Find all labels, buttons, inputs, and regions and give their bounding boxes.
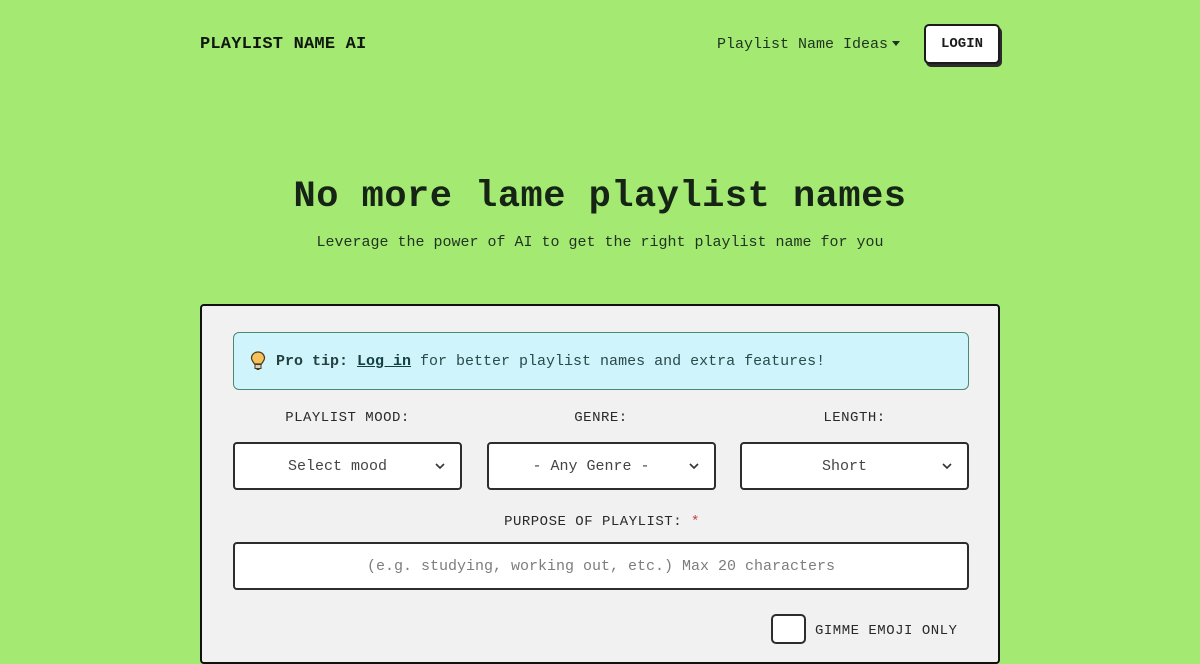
nav-right: Playlist Name Ideas LOGIN — [717, 24, 1000, 64]
purpose-label: PURPOSE OF PLAYLIST: * — [202, 514, 1002, 530]
top-nav: PLAYLIST NAME AI Playlist Name Ideas LOG… — [200, 24, 1000, 64]
required-mark: * — [691, 514, 700, 530]
pro-tip-label: Pro tip: — [276, 352, 349, 370]
chevron-down-icon — [435, 463, 445, 470]
mood-field: PLAYLIST MOOD: Select mood — [233, 410, 462, 490]
page-subtitle: Leverage the power of AI to get the righ… — [316, 234, 884, 251]
playlist-ideas-label: Playlist Name Ideas — [716, 35, 888, 53]
pro-tip-banner: Pro tip: Log in for better playlist name… — [233, 332, 969, 390]
page-title: No more lame playlist names — [293, 176, 907, 218]
genre-label: GENRE: — [574, 410, 628, 426]
chevron-down-icon — [942, 463, 952, 470]
length-field: LENGTH: Short — [740, 410, 969, 490]
chevron-down-icon — [688, 463, 699, 470]
generator-form: Pro tip: Log in for better playlist name… — [200, 304, 1000, 664]
genre-field: GENRE: - Any Genre - — [486, 410, 716, 490]
login-link[interactable]: Log in — [357, 353, 411, 370]
pro-tip-text: for better playlist names and extra feat… — [420, 352, 826, 370]
mood-label: PLAYLIST MOOD: — [285, 410, 410, 426]
length-value: Short — [821, 457, 867, 475]
brand-logo[interactable]: PLAYLIST NAME AI — [200, 35, 366, 54]
length-select[interactable]: Short — [740, 442, 969, 490]
select-row: PLAYLIST MOOD: Select mood GENRE: - Any … — [233, 410, 969, 490]
purpose-input[interactable] — [233, 542, 969, 590]
caret-down-icon — [892, 40, 900, 46]
login-button[interactable]: LOGIN — [924, 24, 1000, 64]
emoji-only-option: GIMME EMOJI ONLY — [771, 614, 957, 644]
playlist-ideas-dropdown[interactable]: Playlist Name Ideas — [717, 36, 900, 53]
emoji-only-label[interactable]: GIMME EMOJI ONLY — [815, 623, 957, 639]
mood-select[interactable]: Select mood — [233, 442, 462, 490]
genre-select[interactable]: - Any Genre - — [486, 442, 716, 490]
purpose-label-text: PURPOSE OF PLAYLIST: — [504, 514, 683, 530]
mood-value: Select mood — [287, 457, 388, 475]
length-label: LENGTH: — [823, 410, 886, 426]
lightbulb-icon — [250, 351, 266, 370]
genre-value: - Any Genre - — [532, 457, 650, 475]
hero: No more lame playlist names Leverage the… — [0, 176, 1200, 251]
emoji-only-checkbox[interactable] — [771, 614, 806, 644]
